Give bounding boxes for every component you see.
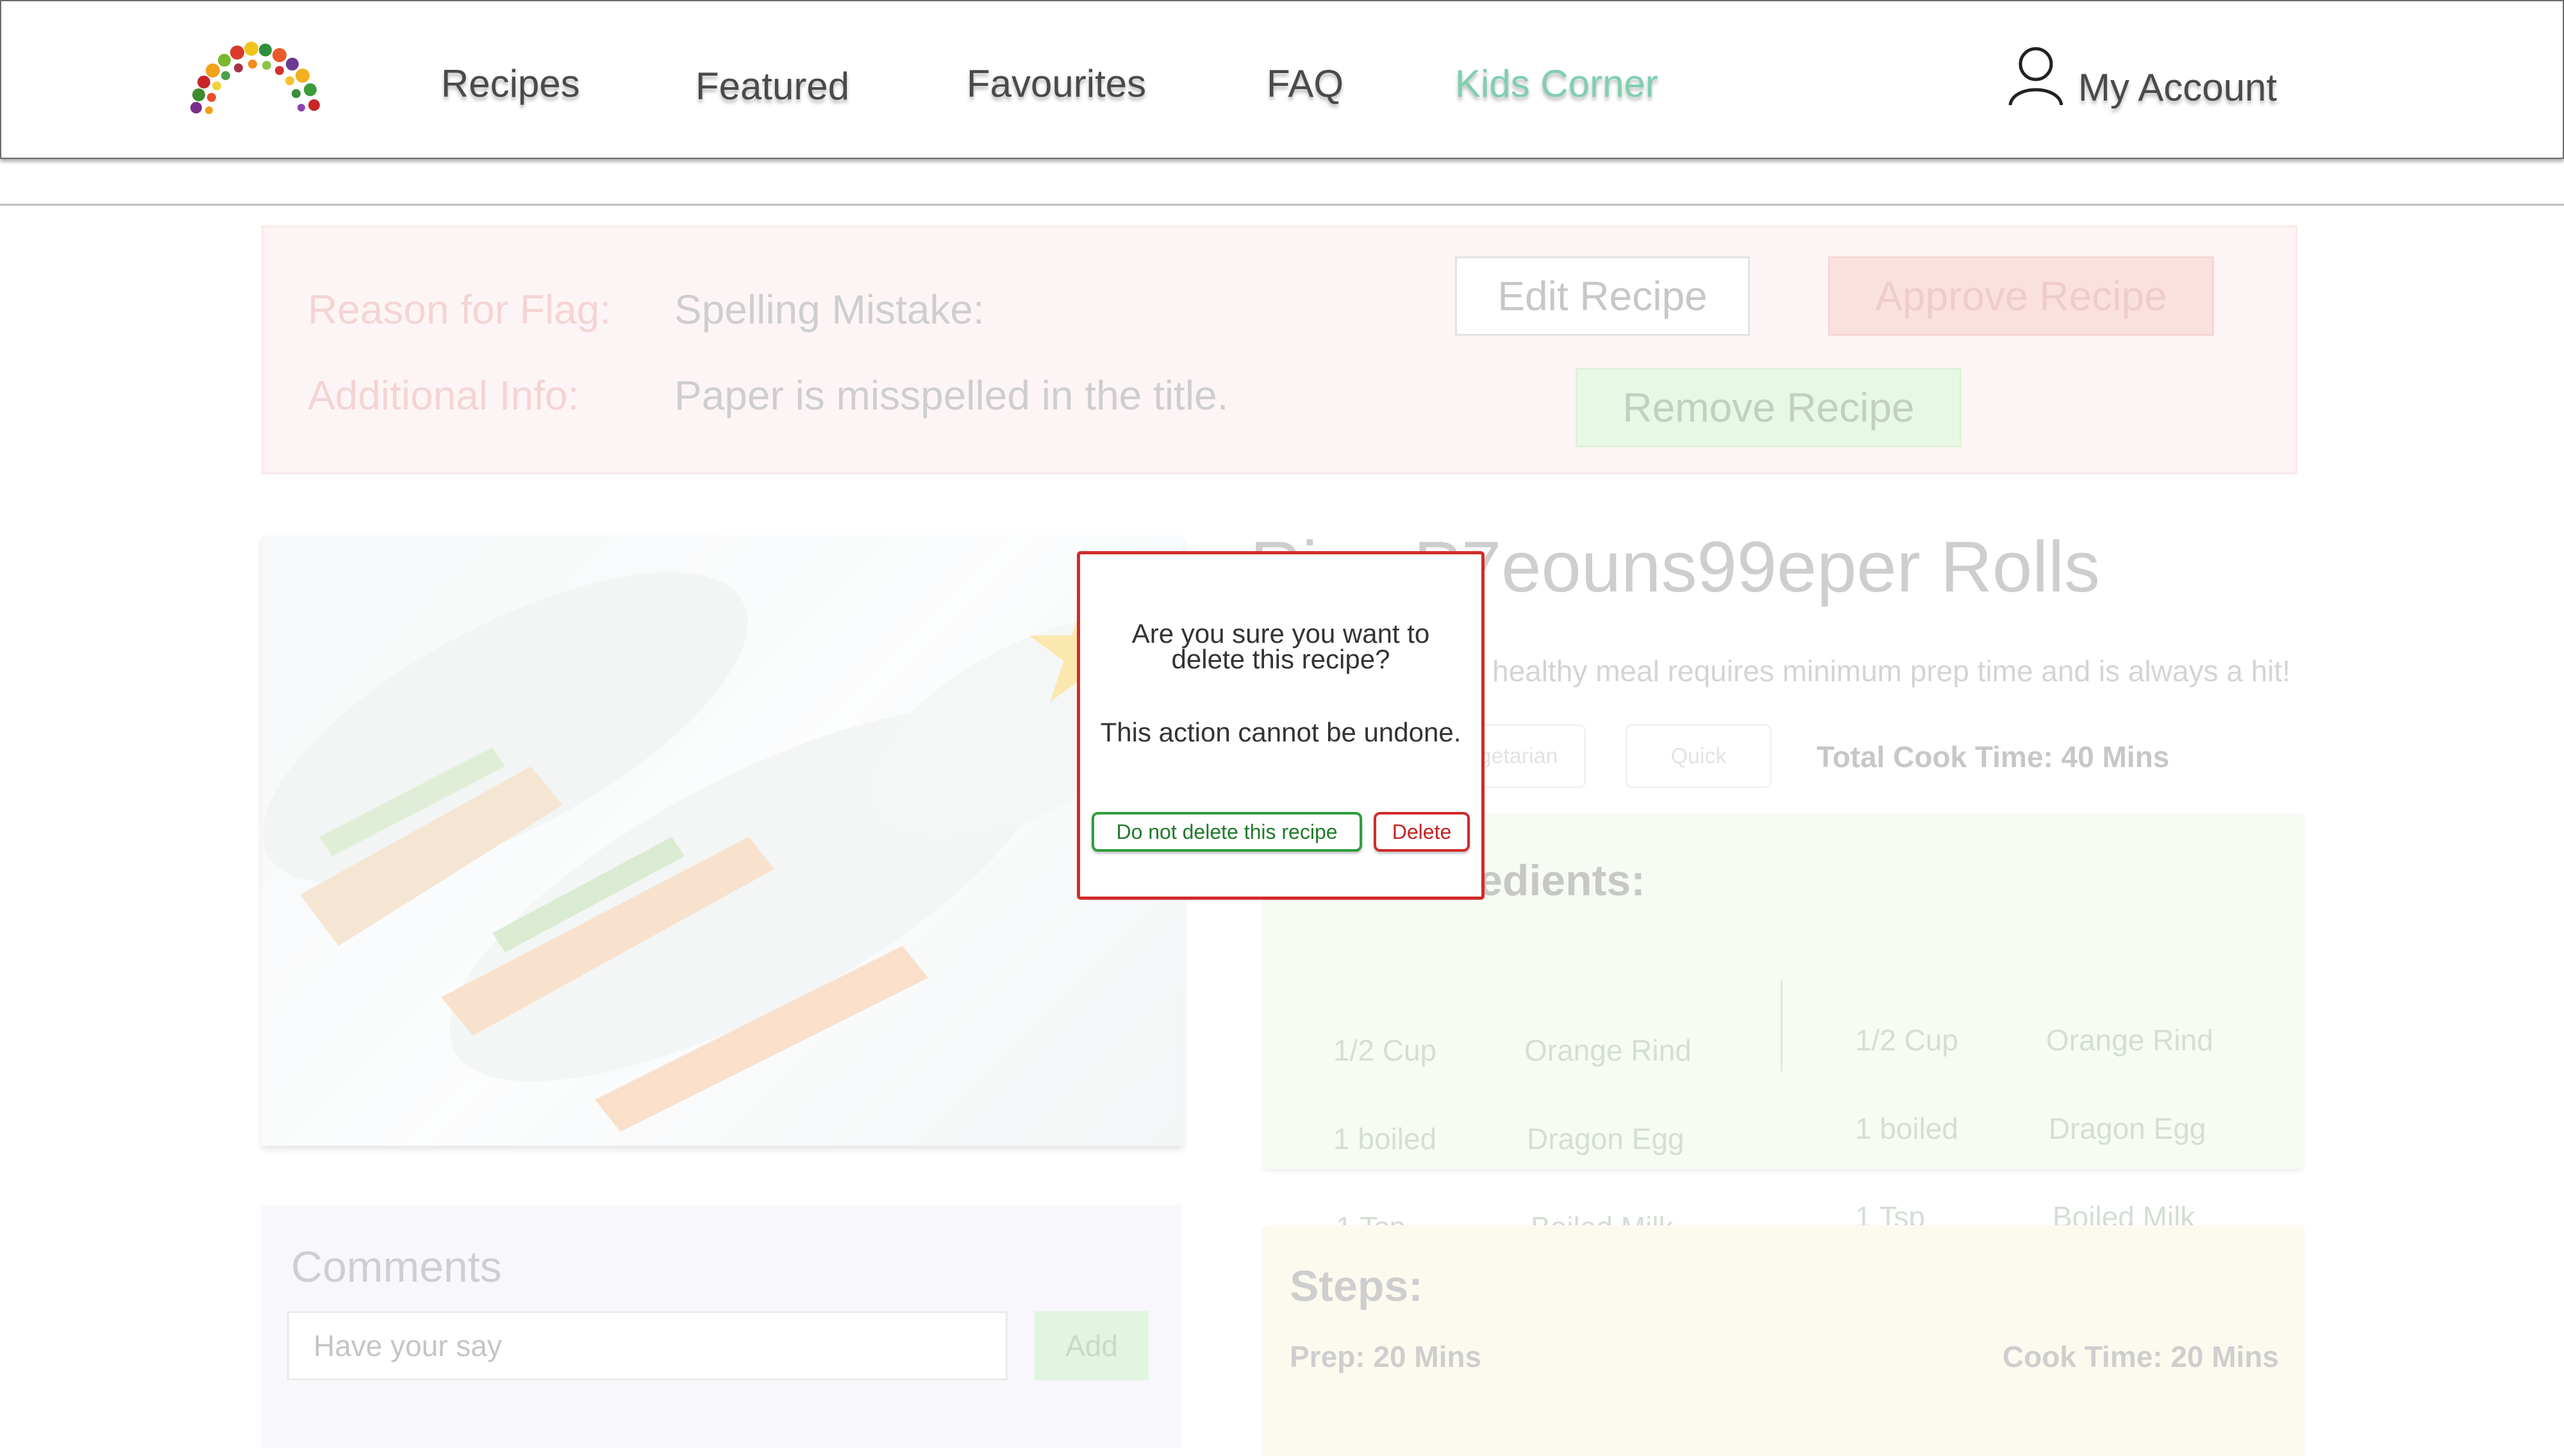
comment-input[interactable] bbox=[287, 1311, 1008, 1380]
flag-info-label: Additional Info: bbox=[308, 372, 579, 418]
ingredient-name: Dragon Egg bbox=[2049, 1112, 2206, 1145]
comments-heading: Comments bbox=[291, 1243, 502, 1291]
fruit-rainbow-logo bbox=[190, 42, 320, 114]
my-account-label: My Account bbox=[2078, 66, 2277, 109]
tag-quick: Quick bbox=[1626, 724, 1772, 788]
my-account-link[interactable]: My Account bbox=[2006, 45, 2277, 110]
delete-confirm-dialog: Are you sure you want to delete this rec… bbox=[1077, 551, 1485, 900]
add-comment-button[interactable]: Add bbox=[1035, 1311, 1149, 1380]
ingredient-name: Dragon Egg bbox=[1527, 1122, 1685, 1155]
ingredient-name: Orange Rind bbox=[1524, 1034, 1692, 1067]
ingredient-qty: 1/2 Cup bbox=[1333, 1034, 1437, 1067]
nav-featured[interactable]: Featured bbox=[695, 64, 849, 108]
approve-recipe-button[interactable]: Approve Recipe bbox=[1828, 256, 2214, 336]
nav-favourites[interactable]: Favourites bbox=[967, 62, 1146, 106]
user-icon bbox=[2006, 45, 2065, 110]
divider bbox=[0, 204, 2564, 206]
delete-button[interactable]: Delete bbox=[1374, 812, 1470, 852]
steps-heading: Steps: bbox=[1290, 1262, 1423, 1311]
step-cook-time: Cook Time: 20 Mins bbox=[2002, 1340, 2279, 1373]
ingredient-qty: 1/2 Cup bbox=[1855, 1023, 1959, 1057]
ingredients-heading: edients: bbox=[1478, 856, 1645, 905]
dialog-warning: This action cannot be undone. bbox=[1100, 717, 1461, 747]
ingredient-qty: 1 boiled bbox=[1333, 1122, 1437, 1155]
dialog-question-line2: delete this recipe? bbox=[1171, 644, 1390, 674]
nav-kids-corner[interactable]: Kids Corner bbox=[1455, 62, 1658, 106]
ingredient-name: Orange Rind bbox=[2046, 1023, 2213, 1057]
remove-recipe-button[interactable]: Remove Recipe bbox=[1576, 368, 1961, 447]
recipe-description: healthy meal requires minimum prep time … bbox=[1492, 654, 2291, 688]
prep-time: Prep: 20 Mins bbox=[1290, 1340, 1482, 1373]
logo[interactable] bbox=[183, 31, 326, 117]
dialog-question-line1: Are you sure you want to bbox=[1131, 618, 1430, 649]
flag-reason-value: Spelling Mistake: bbox=[674, 286, 985, 333]
dialog-question: Are you sure you want to delete this rec… bbox=[1080, 618, 1481, 674]
do-not-delete-button[interactable]: Do not delete this recipe bbox=[1092, 812, 1362, 852]
nav-faq[interactable]: FAQ bbox=[1267, 62, 1344, 106]
flag-info-value: Paper is misspelled in the title. bbox=[674, 372, 1229, 418]
nav-recipes[interactable]: Recipes bbox=[441, 62, 580, 106]
total-cook-time: Total Cook Time: 40 Mins bbox=[1817, 740, 2170, 774]
ingredients-divider bbox=[1781, 980, 1783, 1071]
flag-reason-label: Reason for Flag: bbox=[308, 286, 612, 333]
edit-recipe-button[interactable]: Edit Recipe bbox=[1455, 256, 1750, 336]
ingredient-qty: 1 boiled bbox=[1855, 1112, 1959, 1145]
